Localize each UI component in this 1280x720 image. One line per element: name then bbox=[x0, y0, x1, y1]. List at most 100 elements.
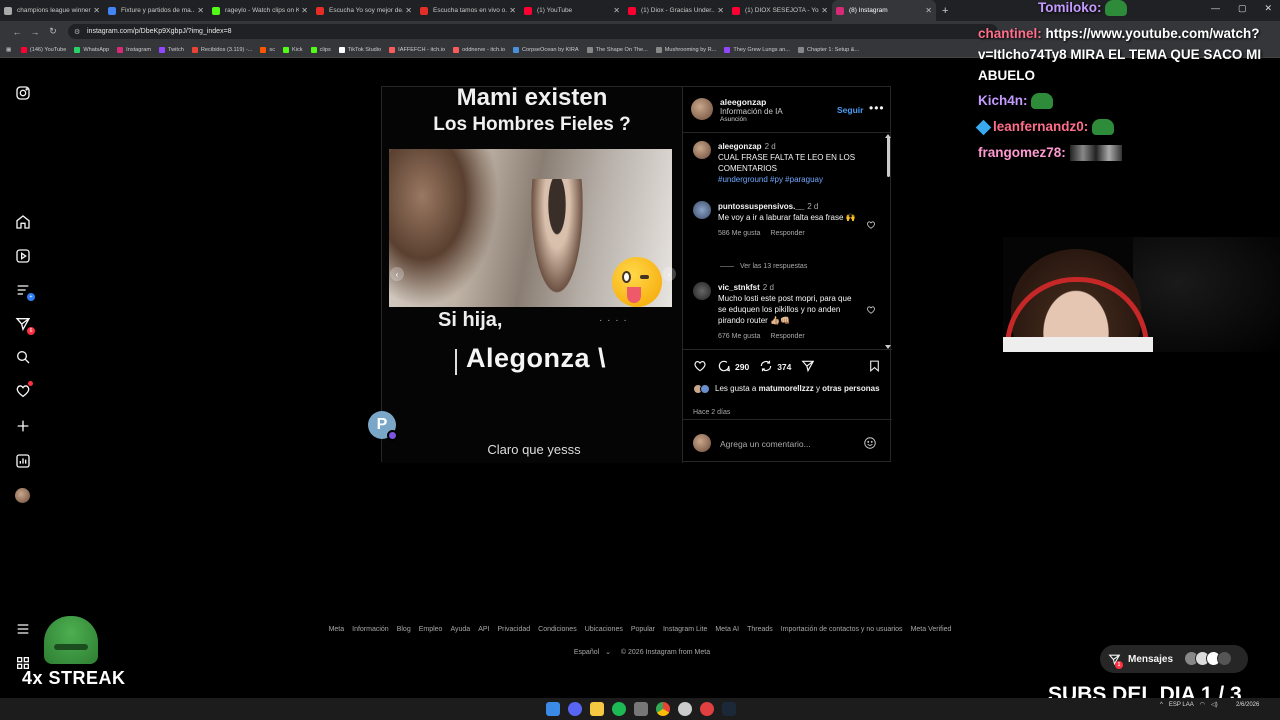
start-icon[interactable] bbox=[546, 702, 560, 716]
other-likers-link[interactable]: otras personas bbox=[822, 384, 879, 393]
footer-link[interactable]: Información bbox=[352, 626, 389, 633]
instagram-logo-icon[interactable] bbox=[14, 84, 31, 101]
bookmark-item[interactable]: TikTok Studio bbox=[338, 46, 381, 53]
reply-button[interactable]: Responder bbox=[770, 333, 804, 340]
add-comment-input[interactable]: Agrega un comentario... bbox=[720, 439, 811, 449]
bookmark-item[interactable]: The Shape On The... bbox=[586, 46, 648, 53]
back-icon[interactable]: ← bbox=[8, 27, 26, 37]
wifi-icon[interactable]: ◠ bbox=[1200, 701, 1205, 708]
close-tab-icon[interactable]: ✕ bbox=[717, 6, 724, 15]
bookmark-item[interactable]: CorpseOcean by KIRA bbox=[513, 46, 579, 53]
close-window-icon[interactable]: ✕ bbox=[1264, 3, 1272, 14]
site-info-icon[interactable]: ⚙ bbox=[74, 28, 83, 36]
next-slide-icon[interactable]: › bbox=[662, 267, 676, 281]
bookmark-item[interactable]: They Grew Lungs an... bbox=[724, 46, 790, 53]
system-clock[interactable]: 2/6/2026 bbox=[1236, 701, 1259, 709]
file-explorer-icon[interactable] bbox=[590, 702, 604, 716]
browser-tab[interactable]: (1) DIOX SESEJOTA - You...✕ bbox=[728, 0, 832, 21]
comment-avatar[interactable] bbox=[693, 201, 711, 219]
view-replies-button[interactable]: Ver las 13 respuestas bbox=[720, 263, 807, 270]
bookmark-item[interactable]: Twitch bbox=[159, 46, 184, 53]
minimize-icon[interactable]: — bbox=[1211, 3, 1220, 14]
comment-avatar[interactable] bbox=[693, 141, 711, 159]
maximize-icon[interactable]: ▢ bbox=[1238, 3, 1247, 14]
discord-icon[interactable] bbox=[568, 702, 582, 716]
more-options-icon[interactable]: ••• bbox=[869, 101, 885, 115]
footer-link[interactable]: Condiciones bbox=[538, 626, 577, 633]
notifications-heart-icon[interactable] bbox=[14, 381, 33, 399]
comment-likes[interactable]: 586 Me gusta bbox=[718, 230, 760, 237]
footer-link[interactable]: API bbox=[478, 626, 489, 633]
comment-likes[interactable]: 676 Me gusta bbox=[718, 333, 760, 340]
bookmark-item[interactable]: WhatsApp bbox=[74, 46, 109, 53]
search-icon[interactable] bbox=[14, 348, 31, 365]
app-red-icon[interactable] bbox=[700, 702, 714, 716]
close-tab-icon[interactable]: ✕ bbox=[197, 6, 204, 15]
close-tab-icon[interactable]: ✕ bbox=[613, 6, 620, 15]
bookmark-item[interactable]: sc bbox=[260, 46, 275, 53]
close-tab-icon[interactable]: ✕ bbox=[93, 6, 100, 15]
previous-slide-icon[interactable]: ‹ bbox=[390, 267, 404, 281]
footer-link[interactable]: Popular bbox=[631, 626, 655, 633]
follow-button[interactable]: Seguir bbox=[837, 105, 863, 115]
browser-tab[interactable]: Escucha tamos en vivo o... ✕ bbox=[416, 0, 520, 21]
feed-filter-icon[interactable]: + bbox=[14, 281, 35, 301]
close-tab-icon[interactable]: ✕ bbox=[821, 6, 828, 15]
close-tab-icon[interactable]: ✕ bbox=[405, 6, 412, 15]
comment-hashtags[interactable]: #underground #py #paraguay bbox=[718, 175, 823, 184]
ai-info-label[interactable]: Información de IA bbox=[720, 107, 783, 116]
steam-icon[interactable] bbox=[722, 702, 736, 716]
bookmark-item[interactable]: Mushrooming by R... bbox=[655, 46, 716, 53]
messages-button[interactable]: 1 Mensajes bbox=[1100, 645, 1248, 673]
browser-tab[interactable]: champions league winner... ✕ bbox=[0, 0, 104, 21]
extension-p-bubble-icon[interactable]: P bbox=[368, 411, 398, 441]
new-tab-icon[interactable]: + bbox=[942, 5, 948, 17]
footer-link[interactable]: Blog bbox=[397, 626, 411, 633]
footer-link[interactable]: Empleo bbox=[419, 626, 443, 633]
bookmark-item[interactable]: Instagram bbox=[117, 46, 151, 53]
like-comment-heart-icon[interactable] bbox=[866, 302, 876, 314]
comment-username[interactable]: vic_stnkfst bbox=[718, 283, 760, 292]
footer-link[interactable]: Meta Verified bbox=[911, 626, 952, 633]
bookmark-item[interactable]: (146) YouTube bbox=[20, 46, 66, 53]
footer-link[interactable]: Importación de contactos y no usuarios bbox=[781, 626, 903, 633]
apps-icon[interactable]: ▦ bbox=[6, 47, 13, 53]
bookmark-item[interactable]: Recibidos (3.119) -... bbox=[191, 46, 252, 53]
url-input[interactable]: ⚙ instagram.com/p/DbeKp9XgbpJ/?img_index… bbox=[68, 24, 998, 39]
tray-chevron-icon[interactable]: ^ bbox=[1160, 702, 1163, 708]
ccleaner-icon[interactable] bbox=[678, 702, 692, 716]
bookmark-item[interactable]: Chapter 1: Setup &... bbox=[797, 46, 859, 53]
footer-link[interactable]: Threads bbox=[747, 626, 773, 633]
forward-icon[interactable]: → bbox=[26, 27, 44, 37]
footer-link[interactable]: Ubicaciones bbox=[585, 626, 623, 633]
comment-username[interactable]: puntossuspensivos.__ bbox=[718, 202, 804, 211]
system-tray[interactable]: ^ ESP LAA ◠ ◁) bbox=[1160, 701, 1218, 709]
close-tab-icon[interactable]: ✕ bbox=[509, 6, 516, 15]
footer-link[interactable]: Meta AI bbox=[715, 626, 739, 633]
close-tab-icon[interactable]: ✕ bbox=[925, 6, 932, 15]
save-bookmark-icon[interactable] bbox=[868, 359, 881, 378]
author-avatar[interactable] bbox=[691, 98, 713, 120]
comments-list[interactable]: aleegonzap 2 d CUAL FRASE FALTA TE LEO EN… bbox=[683, 133, 892, 349]
comments-scrollbar[interactable] bbox=[887, 137, 890, 177]
author-username[interactable]: aleegonzap bbox=[720, 97, 766, 107]
repost-icon[interactable] bbox=[759, 359, 773, 375]
reels-icon[interactable] bbox=[14, 247, 31, 264]
chrome-icon[interactable] bbox=[656, 702, 670, 716]
close-tab-icon[interactable]: ✕ bbox=[301, 6, 308, 15]
direct-messages-icon[interactable]: 6 bbox=[14, 315, 35, 335]
comment-avatar[interactable] bbox=[693, 282, 711, 300]
footer-link[interactable]: Instagram Lite bbox=[663, 626, 707, 633]
bookmark-item[interactable]: Kick bbox=[283, 46, 303, 53]
volume-icon[interactable]: ◁) bbox=[1211, 701, 1218, 708]
browser-tab[interactable]: Fixture y partidos de ma... ✕ bbox=[104, 0, 208, 21]
reply-button[interactable]: Responder bbox=[770, 230, 804, 237]
browser-tab[interactable]: (1) Diox - Gracias Under... ✕ bbox=[624, 0, 728, 21]
footer-link[interactable]: Privacidad bbox=[497, 626, 530, 633]
post-time-ago[interactable]: Hace 2 días bbox=[693, 409, 730, 416]
bookmark-item[interactable]: IAFFEFCH - itch.io bbox=[389, 46, 445, 53]
dashboard-icon[interactable] bbox=[14, 452, 31, 469]
spotify-icon[interactable] bbox=[612, 702, 626, 716]
comment-username[interactable]: aleegonzap bbox=[718, 142, 762, 151]
language-selector[interactable]: Español ⌄ bbox=[570, 649, 611, 656]
